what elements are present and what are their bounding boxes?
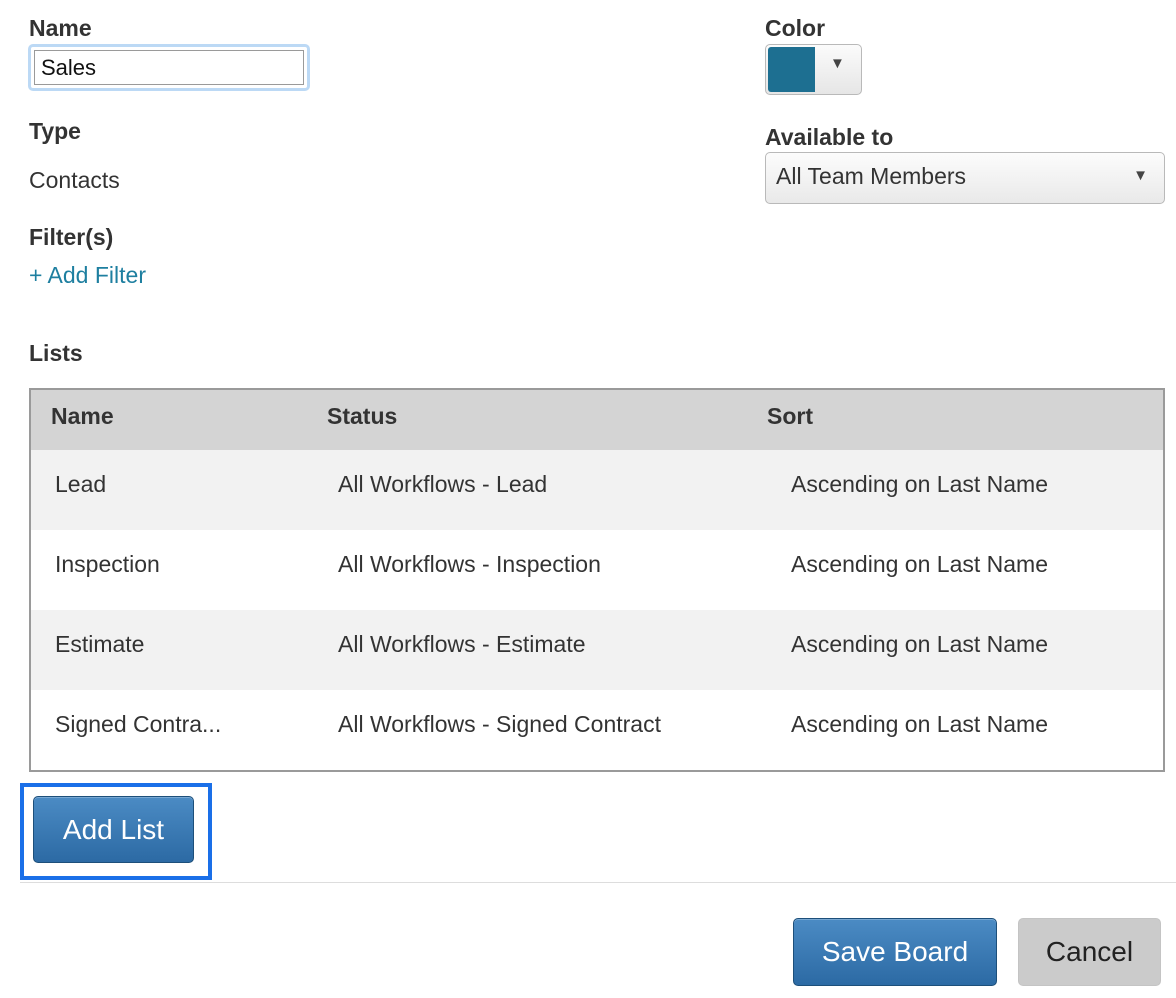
filters-label: Filter(s) bbox=[29, 224, 114, 250]
table-header: Name Status Sort bbox=[31, 390, 1163, 450]
table-row[interactable]: Estimate All Workflows - Estimate Ascend… bbox=[31, 610, 1163, 690]
table-row[interactable]: Signed Contra... All Workflows - Signed … bbox=[31, 690, 1163, 770]
triangle-down-icon: ▼ bbox=[830, 55, 845, 72]
footer-divider bbox=[20, 882, 1176, 883]
cell-name: Signed Contra... bbox=[55, 711, 222, 737]
save-board-button[interactable]: Save Board bbox=[793, 918, 997, 986]
cell-name: Inspection bbox=[55, 551, 160, 577]
cell-sort: Ascending on Last Name bbox=[791, 471, 1048, 497]
color-swatch bbox=[768, 47, 815, 92]
cell-status: All Workflows - Lead bbox=[338, 471, 548, 497]
cancel-button[interactable]: Cancel bbox=[1018, 918, 1161, 986]
cell-status: All Workflows - Estimate bbox=[338, 631, 586, 657]
name-input[interactable] bbox=[34, 50, 304, 85]
type-label: Type bbox=[29, 118, 81, 144]
cell-sort: Ascending on Last Name bbox=[791, 551, 1048, 577]
cell-name: Lead bbox=[55, 471, 107, 497]
color-picker[interactable]: ▼ bbox=[765, 44, 862, 95]
lists-label: Lists bbox=[29, 340, 83, 366]
column-header-status: Status bbox=[327, 403, 398, 429]
column-header-name: Name bbox=[51, 403, 114, 429]
cell-status: All Workflows - Inspection bbox=[338, 551, 601, 577]
color-label: Color bbox=[765, 15, 826, 41]
cell-name: Estimate bbox=[55, 631, 145, 657]
cell-sort: Ascending on Last Name bbox=[791, 711, 1048, 737]
name-label: Name bbox=[29, 15, 92, 41]
available-to-label: Available to bbox=[765, 124, 894, 150]
column-header-sort: Sort bbox=[767, 403, 813, 429]
add-list-button[interactable]: Add List bbox=[33, 796, 194, 863]
lists-table: Name Status Sort Lead All Workflows - Le… bbox=[29, 388, 1165, 772]
table-row[interactable]: Lead All Workflows - Lead Ascending on L… bbox=[31, 450, 1163, 530]
table-row[interactable]: Inspection All Workflows - Inspection As… bbox=[31, 530, 1163, 610]
add-filter-link[interactable]: + Add Filter bbox=[29, 262, 146, 289]
available-to-select[interactable]: All Team Members ▼ bbox=[765, 152, 1165, 204]
type-value: Contacts bbox=[29, 167, 120, 193]
cell-status: All Workflows - Signed Contract bbox=[338, 711, 661, 737]
name-field-focus-ring bbox=[28, 44, 310, 91]
triangle-down-icon: ▼ bbox=[1133, 167, 1148, 184]
available-to-value: All Team Members bbox=[776, 163, 967, 189]
cell-sort: Ascending on Last Name bbox=[791, 631, 1048, 657]
